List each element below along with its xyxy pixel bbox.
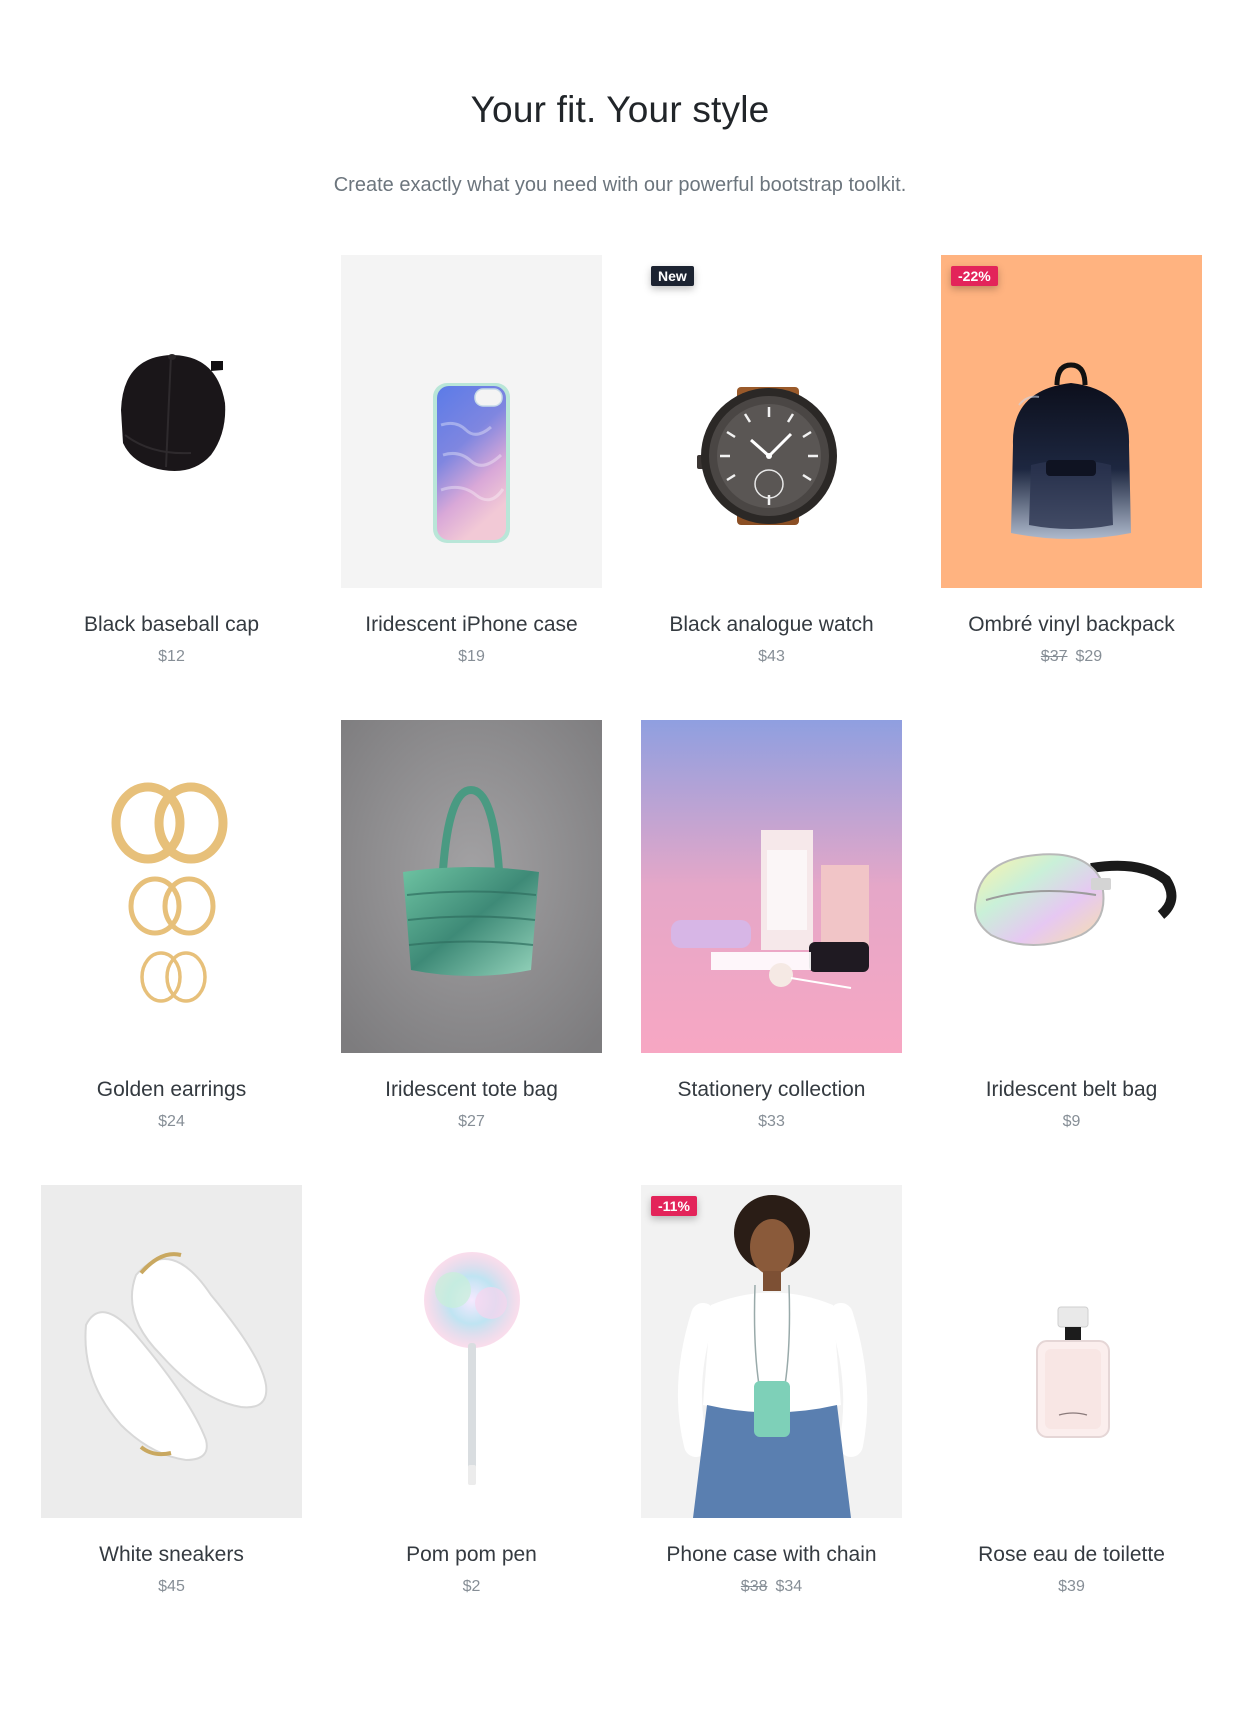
phone-case-icon [433,383,510,543]
product-price: $12 [41,647,302,667]
product-image[interactable] [341,720,602,1053]
product-image[interactable] [341,1185,602,1518]
belt-bag-icon [974,853,1177,946]
product-card[interactable]: New Black analogue watch $43 [641,255,902,667]
current-price: $33 [758,1113,785,1130]
product-card[interactable]: Iridescent belt bag $9 [941,720,1202,1132]
product-price: $43 [641,647,902,667]
product-name[interactable]: Golden earrings [41,1076,302,1104]
product-card[interactable]: Rose eau de toilette $39 [941,1185,1202,1597]
current-price: $29 [1075,648,1103,665]
product-image[interactable]: -11% [641,1185,902,1518]
watch-icon [697,387,837,525]
product-price: $2 [341,1577,602,1597]
product-card[interactable]: Iridescent tote bag $27 [341,720,602,1132]
current-price: $24 [158,1113,185,1130]
product-name[interactable]: Stationery collection [641,1076,902,1104]
perfume-icon [1036,1306,1110,1438]
old-price: $38 [740,1578,768,1595]
product-image[interactable] [41,1185,302,1518]
product-price: $27 [341,1112,602,1132]
product-image[interactable] [41,255,302,588]
product-grid: Black baseball cap $12 Iridescent iPhone… [0,0,1240,1730]
product-image[interactable]: -22% [941,255,1202,588]
current-price: $34 [775,1578,803,1595]
product-name[interactable]: White sneakers [41,1541,302,1569]
product-name[interactable]: Ombré vinyl backpack [941,611,1202,639]
current-price: $19 [458,648,485,665]
product-price: $19 [341,647,602,667]
product-image[interactable] [941,720,1202,1053]
current-price: $39 [1058,1578,1085,1595]
product-image[interactable] [941,1185,1202,1518]
tote-bag-icon [341,720,602,1053]
product-price: $45 [41,1577,302,1597]
product-name[interactable]: Phone case with chain [641,1541,902,1569]
current-price: $9 [1062,1113,1081,1130]
sneakers-icon [84,1252,268,1462]
backpack-icon [1011,362,1131,539]
product-price: $33 [641,1112,902,1132]
product-image[interactable] [341,255,602,588]
product-name[interactable]: Iridescent belt bag [941,1076,1202,1104]
product-name[interactable]: Pom pom pen [341,1541,602,1569]
current-price: $12 [158,648,185,665]
product-name[interactable]: Black baseball cap [41,611,302,639]
pen-icon [424,1252,520,1485]
current-price: $45 [158,1578,185,1595]
product-price: $9 [941,1112,1202,1132]
current-price: $27 [458,1113,485,1130]
product-image[interactable] [41,720,302,1053]
product-card[interactable]: Stationery collection $33 [641,720,902,1132]
current-price: $2 [462,1578,481,1595]
product-card[interactable]: Black baseball cap $12 [41,255,302,667]
product-card[interactable]: White sneakers $45 [41,1185,302,1597]
product-card[interactable]: -22% Ombré vinyl backpack $37 $29 [941,255,1202,667]
product-name[interactable]: Iridescent tote bag [341,1076,602,1104]
model-with-phone-case-icon [677,1195,868,1518]
earrings-icon [111,782,228,1003]
product-price: $37 $29 [941,647,1202,667]
product-card[interactable]: -11% Phone case with chain $38 $34 [641,1185,902,1597]
product-name[interactable]: Black analogue watch [641,611,902,639]
product-price: $38 $34 [641,1577,902,1597]
product-image[interactable]: New [641,255,902,588]
product-price: $39 [941,1577,1202,1597]
product-image[interactable] [641,720,902,1053]
current-price: $43 [758,648,785,665]
product-card[interactable]: Golden earrings $24 [41,720,302,1132]
product-name[interactable]: Rose eau de toilette [941,1541,1202,1569]
product-card[interactable]: Iridescent iPhone case $19 [341,255,602,667]
product-card[interactable]: Pom pom pen $2 [341,1185,602,1597]
product-name[interactable]: Iridescent iPhone case [341,611,602,639]
cap-icon [121,354,226,471]
stationery-icon [641,720,902,1053]
badge-discount: -11% [651,1196,697,1216]
product-price: $24 [41,1112,302,1132]
old-price: $37 [1040,648,1068,665]
